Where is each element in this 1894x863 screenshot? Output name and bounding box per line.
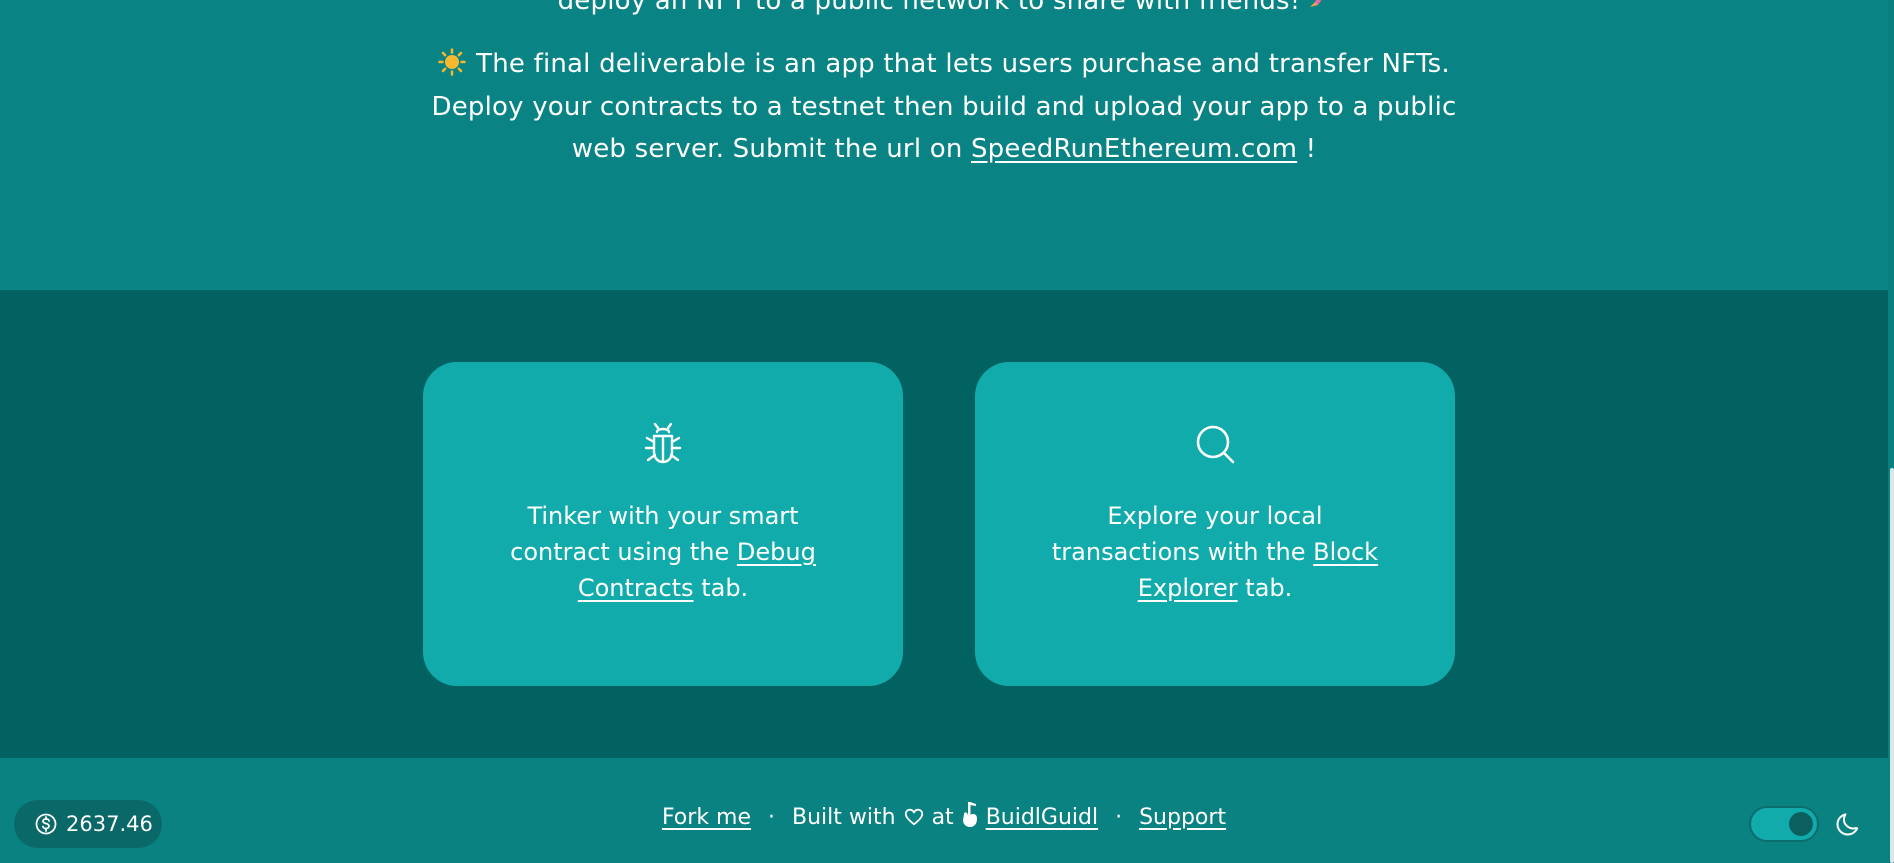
sun-icon <box>438 48 466 76</box>
hero-text-line: web server. Submit the url on SpeedRunEt… <box>0 128 1888 170</box>
support-link[interactable]: Support <box>1139 805 1226 830</box>
fork-me-link[interactable]: Fork me <box>662 805 751 830</box>
heart-icon <box>904 808 923 826</box>
built-with-text: Built with <box>792 805 896 830</box>
buidlguidl-logo-icon <box>962 802 977 827</box>
card-text-suffix: tab. <box>1245 574 1293 602</box>
hero-text-line: Deploy your contracts to a testnet then … <box>0 86 1888 128</box>
debug-contracts-card: Tinker with your smart contract using th… <box>423 362 903 686</box>
card-text-suffix: tab. <box>701 574 749 602</box>
footer: 2637.46 Fork me · Built with at BuidlGui… <box>0 758 1888 863</box>
debug-card-text: Tinker with your smart contract using th… <box>483 498 843 606</box>
hero-text-line: The final deliverable is an app that let… <box>0 43 1888 85</box>
hero-section: deploy an NFT to a public network to sha… <box>0 0 1888 290</box>
search-icon <box>1196 425 1235 464</box>
separator-dot: · <box>1115 805 1123 830</box>
hero-text-partial: deploy an NFT to a public network to sha… <box>557 0 1301 16</box>
footer-links: Fork me · Built with at BuidlGuidl · Sup… <box>0 802 1888 833</box>
hero-text-submit: web server. Submit the url on <box>571 134 963 164</box>
hero-text-exclamation: ! <box>1305 134 1317 164</box>
hero-text-deploy: Deploy your contracts to a testnet then … <box>431 92 1457 122</box>
theme-toggle[interactable] <box>1749 806 1819 842</box>
theme-toggle-knob <box>1789 812 1813 836</box>
explorer-card-text: Explore your local transactions with the… <box>1035 498 1395 606</box>
scrollbar-thumb[interactable] <box>1890 468 1894 863</box>
buidlguidl-link[interactable]: BuidlGuidl <box>986 805 1098 830</box>
bug-icon <box>644 422 682 464</box>
moon-icon[interactable] <box>1834 810 1862 838</box>
separator-dot: · <box>768 805 776 830</box>
speedrunethereum-link[interactable]: SpeedRunEthereum.com <box>971 134 1297 164</box>
hero-text-deliverable: The final deliverable is an app that let… <box>476 49 1450 79</box>
rocket-icon <box>1310 0 1322 7</box>
features-band: Tinker with your smart contract using th… <box>0 290 1888 758</box>
card-text-prefix: Explore your local transactions with the <box>1051 502 1323 566</box>
block-explorer-card: Explore your local transactions with the… <box>975 362 1455 686</box>
hero-text-line: deploy an NFT to a public network to sha… <box>0 0 1888 22</box>
at-text: at <box>931 805 954 830</box>
